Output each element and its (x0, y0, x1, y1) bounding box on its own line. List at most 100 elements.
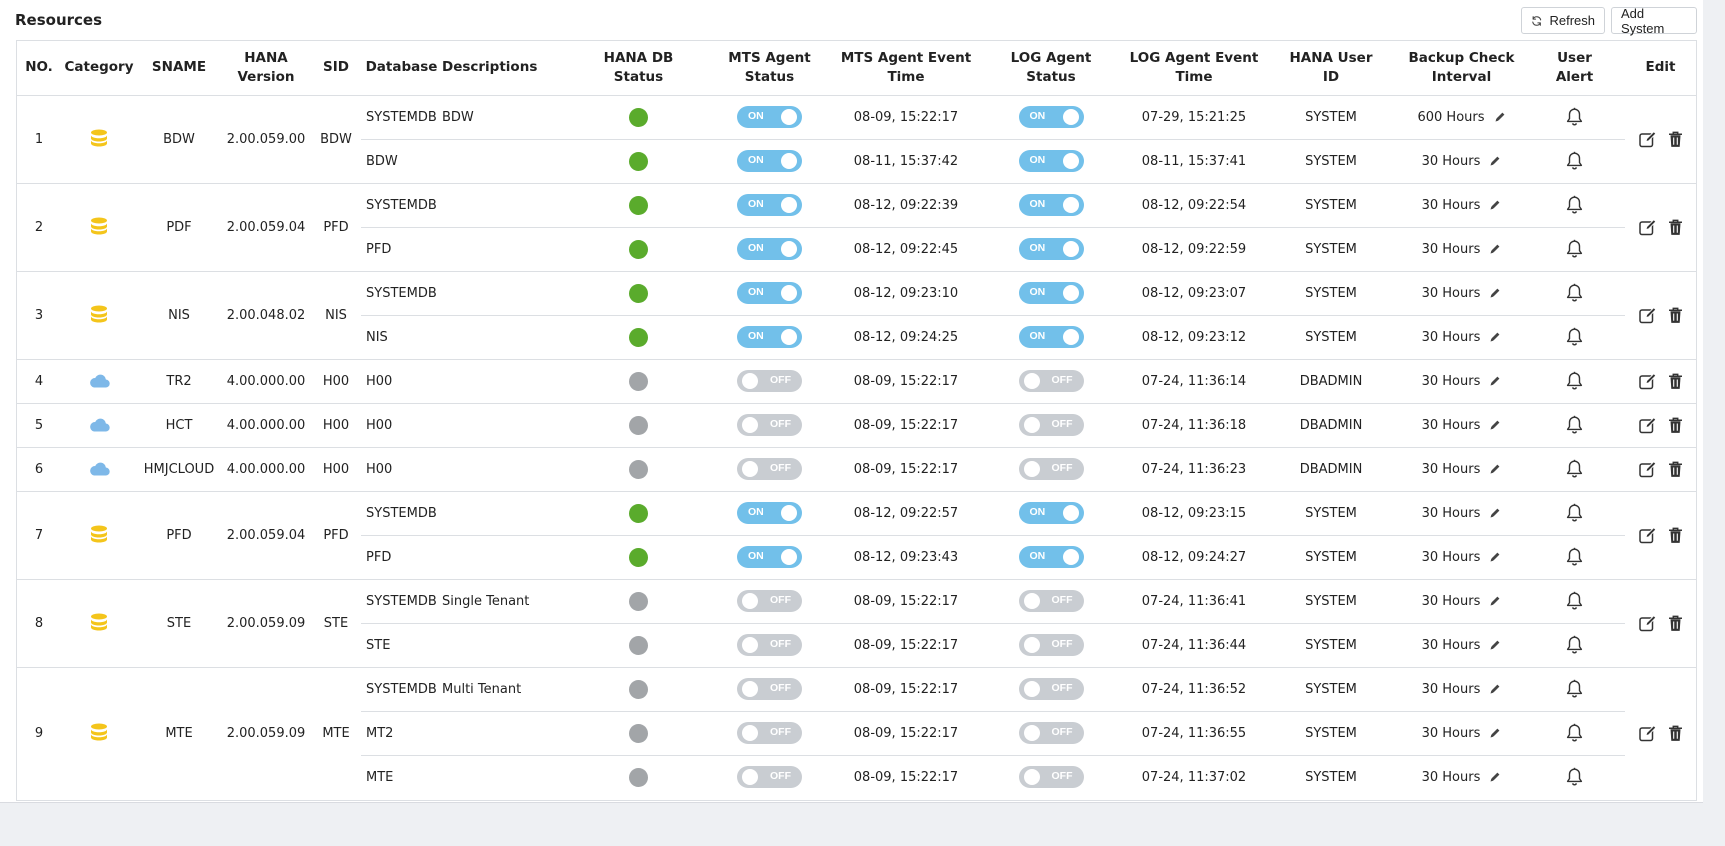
mts-agent-toggle[interactable]: ON (737, 546, 802, 568)
edit-interval-pencil-icon[interactable] (1489, 727, 1501, 739)
mts-agent-toggle[interactable]: OFF (737, 766, 802, 789)
delete-system-icon[interactable] (1668, 373, 1683, 390)
mts-agent-toggle[interactable]: OFF (737, 458, 802, 480)
log-agent-toggle[interactable]: OFF (1018, 678, 1084, 700)
delete-system-icon[interactable] (1668, 131, 1683, 148)
cell-log-time: 08-11, 15:37:41 (1125, 138, 1263, 183)
log-agent-toggle[interactable]: ON (1018, 282, 1084, 304)
cell-database: SYSTEMDB (361, 578, 442, 623)
cell-user-id: DBADMIN (1263, 446, 1399, 491)
bell-icon[interactable] (1565, 195, 1584, 215)
bell-icon[interactable] (1565, 459, 1584, 479)
edit-interval-pencil-icon[interactable] (1489, 243, 1501, 255)
cell-mts-time: 08-09, 15:22:17 (835, 578, 977, 623)
cell-user-id: DBADMIN (1263, 402, 1399, 447)
mts-agent-toggle[interactable]: ON (737, 282, 802, 304)
edit-interval-pencil-icon[interactable] (1489, 639, 1501, 651)
cell-db-status (573, 270, 704, 315)
delete-system-icon[interactable] (1668, 307, 1683, 324)
log-agent-toggle[interactable]: ON (1018, 106, 1084, 128)
bell-icon[interactable] (1565, 415, 1584, 435)
bell-icon[interactable] (1565, 283, 1584, 303)
mts-agent-toggle[interactable]: OFF (737, 414, 802, 436)
mts-agent-toggle[interactable]: OFF (737, 370, 802, 392)
cloud-icon (89, 418, 110, 432)
edit-system-icon[interactable] (1638, 372, 1658, 390)
bell-icon[interactable] (1565, 767, 1584, 787)
edit-interval-pencil-icon[interactable] (1489, 683, 1501, 695)
toggle-state-label: OFF (770, 682, 791, 694)
cell-log-time: 07-24, 11:36:18 (1125, 402, 1263, 447)
bell-icon[interactable] (1565, 635, 1584, 655)
log-agent-toggle[interactable]: ON (1018, 150, 1084, 172)
cell-user-alert (1524, 446, 1625, 491)
cell-log-time: 08-12, 09:23:15 (1125, 490, 1263, 535)
edit-interval-pencil-icon[interactable] (1494, 111, 1506, 123)
edit-system-icon[interactable] (1638, 416, 1658, 434)
mts-agent-toggle[interactable]: ON (737, 238, 802, 260)
edit-interval-pencil-icon[interactable] (1489, 419, 1501, 431)
edit-system-icon[interactable] (1638, 614, 1658, 632)
delete-system-icon[interactable] (1668, 461, 1683, 478)
log-agent-toggle[interactable]: OFF (1018, 634, 1084, 656)
edit-interval-pencil-icon[interactable] (1489, 771, 1501, 783)
edit-interval-pencil-icon[interactable] (1489, 507, 1501, 519)
status-dot (629, 591, 648, 611)
bell-icon[interactable] (1565, 547, 1584, 567)
edit-interval-pencil-icon[interactable] (1489, 463, 1501, 475)
bell-icon[interactable] (1565, 591, 1584, 611)
mts-agent-toggle[interactable]: ON (737, 502, 802, 524)
log-agent-toggle[interactable]: OFF (1018, 766, 1084, 789)
mts-agent-toggle[interactable]: ON (737, 150, 802, 172)
interval-value: 30 Hours (1421, 417, 1481, 433)
log-agent-toggle[interactable]: ON (1018, 194, 1084, 216)
mts-agent-toggle[interactable]: ON (737, 194, 802, 216)
delete-system-icon[interactable] (1668, 417, 1683, 434)
add-system-button[interactable]: Add System (1611, 6, 1697, 36)
log-agent-toggle[interactable]: OFF (1018, 722, 1084, 744)
edit-interval-pencil-icon[interactable] (1489, 155, 1501, 167)
edit-system-icon[interactable] (1638, 218, 1658, 236)
edit-system-icon[interactable] (1638, 306, 1658, 324)
edit-interval-pencil-icon[interactable] (1489, 287, 1501, 299)
bell-icon[interactable] (1565, 239, 1584, 259)
edit-system-icon[interactable] (1638, 460, 1658, 478)
mts-agent-toggle[interactable]: ON (737, 106, 802, 128)
delete-system-icon[interactable] (1668, 615, 1683, 632)
cell-edit (1625, 270, 1696, 359)
log-agent-toggle[interactable]: ON (1018, 326, 1084, 348)
edit-interval-pencil-icon[interactable] (1489, 331, 1501, 343)
delete-system-icon[interactable] (1668, 725, 1683, 742)
refresh-button[interactable]: Refresh (1521, 7, 1605, 34)
mts-agent-toggle[interactable]: OFF (737, 722, 802, 744)
delete-system-icon[interactable] (1668, 527, 1683, 544)
bell-icon[interactable] (1565, 107, 1584, 127)
log-agent-toggle[interactable]: ON (1018, 502, 1084, 524)
cell-database: SYSTEMDB (361, 666, 442, 711)
cell-mts-status: OFF (704, 446, 835, 491)
edit-system-icon[interactable] (1638, 526, 1658, 544)
mts-agent-toggle[interactable]: ON (737, 326, 802, 348)
delete-system-icon[interactable] (1668, 219, 1683, 236)
bell-icon[interactable] (1565, 371, 1584, 391)
edit-interval-pencil-icon[interactable] (1489, 199, 1501, 211)
bell-icon[interactable] (1565, 679, 1584, 699)
log-agent-toggle[interactable]: ON (1018, 546, 1084, 568)
edit-system-icon[interactable] (1638, 724, 1658, 742)
edit-interval-pencil-icon[interactable] (1489, 551, 1501, 563)
edit-system-icon[interactable] (1638, 130, 1658, 148)
edit-interval-pencil-icon[interactable] (1489, 595, 1501, 607)
edit-interval-pencil-icon[interactable] (1489, 375, 1501, 387)
log-agent-toggle[interactable]: OFF (1018, 458, 1084, 480)
log-agent-toggle[interactable]: ON (1018, 238, 1084, 260)
bell-icon[interactable] (1565, 151, 1584, 171)
bell-icon[interactable] (1565, 327, 1584, 347)
log-agent-toggle[interactable]: OFF (1018, 590, 1084, 612)
mts-agent-toggle[interactable]: OFF (737, 590, 802, 612)
log-agent-toggle[interactable]: OFF (1018, 370, 1084, 392)
bell-icon[interactable] (1565, 503, 1584, 523)
mts-agent-toggle[interactable]: OFF (737, 678, 802, 700)
mts-agent-toggle[interactable]: OFF (737, 634, 802, 656)
bell-icon[interactable] (1565, 723, 1584, 743)
log-agent-toggle[interactable]: OFF (1018, 414, 1084, 436)
